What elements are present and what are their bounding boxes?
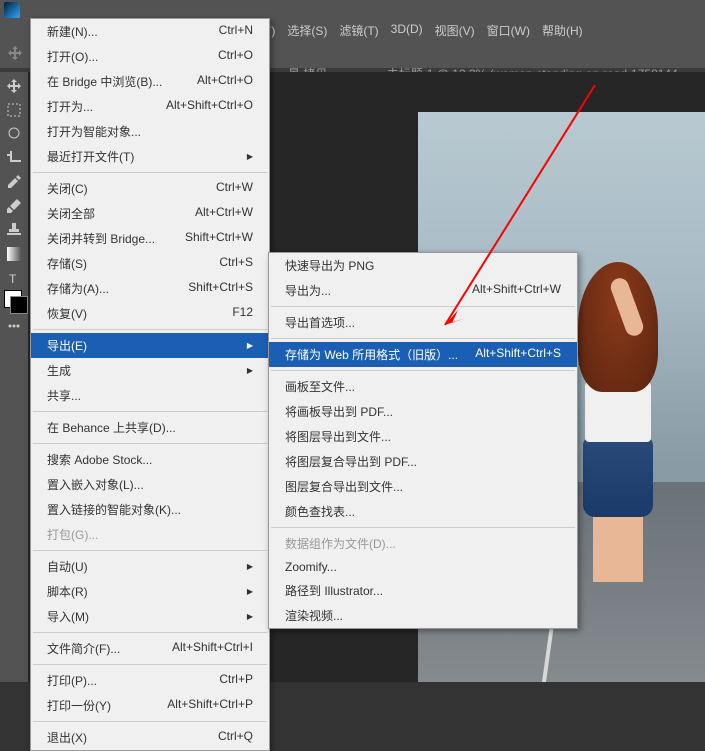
menu-item: 数据组作为文件(D)... bbox=[269, 531, 577, 556]
titlebar bbox=[0, 0, 705, 20]
menu-item[interactable]: 最近打开文件(T) bbox=[31, 144, 269, 169]
menu-item[interactable]: 窗口(W) bbox=[481, 20, 536, 38]
app-logo-icon bbox=[4, 2, 20, 18]
menu-item[interactable]: 将图层复合导出到 PDF... bbox=[269, 449, 577, 474]
menu-item[interactable]: 文件简介(F)...Alt+Shift+Ctrl+I bbox=[31, 636, 269, 661]
menu-item[interactable]: 关闭(C)Ctrl+W bbox=[31, 176, 269, 201]
move-tool[interactable] bbox=[4, 76, 24, 96]
menu-item[interactable]: 自动(U) bbox=[31, 554, 269, 579]
menu-item[interactable]: 打开(O)...Ctrl+O bbox=[31, 44, 269, 69]
menu-item[interactable]: 将画板导出到 PDF... bbox=[269, 399, 577, 424]
menu-item[interactable]: 存储(S)Ctrl+S bbox=[31, 251, 269, 276]
menu-item[interactable]: 打印(P)...Ctrl+P bbox=[31, 668, 269, 693]
brush-tool[interactable] bbox=[4, 196, 24, 216]
menu-item[interactable]: 图层复合导出到文件... bbox=[269, 474, 577, 499]
photo-person bbox=[563, 262, 673, 582]
menu-item[interactable]: 导入(M) bbox=[31, 604, 269, 629]
menu-item[interactable]: 滤镜(T) bbox=[333, 20, 384, 38]
menu-item[interactable]: 导出首选项... bbox=[269, 310, 577, 335]
menu-item[interactable]: 视图(V) bbox=[429, 20, 481, 38]
menu-item[interactable]: 导出(E) bbox=[31, 333, 269, 358]
menu-item[interactable]: 打印一份(Y)Alt+Shift+Ctrl+P bbox=[31, 693, 269, 718]
gradient-tool[interactable] bbox=[4, 244, 24, 264]
menu-item[interactable]: 共享... bbox=[31, 383, 269, 408]
crop-tool[interactable] bbox=[4, 148, 24, 168]
text-tool[interactable]: T bbox=[4, 268, 24, 288]
background-swatch[interactable] bbox=[10, 296, 28, 314]
menu-item[interactable]: 置入嵌入对象(L)... bbox=[31, 472, 269, 497]
menu-item[interactable]: 置入链接的智能对象(K)... bbox=[31, 497, 269, 522]
lasso-tool[interactable] bbox=[4, 124, 24, 144]
menu-item: 打包(G)... bbox=[31, 522, 269, 547]
menu-item[interactable]: 打开为...Alt+Shift+Ctrl+O bbox=[31, 94, 269, 119]
marquee-tool[interactable] bbox=[4, 100, 24, 120]
menu-item[interactable]: 打开为智能对象... bbox=[31, 119, 269, 144]
menu-item[interactable]: 关闭全部Alt+Ctrl+W bbox=[31, 201, 269, 226]
menu-item[interactable]: 搜索 Adobe Stock... bbox=[31, 447, 269, 472]
menu-item[interactable]: 将图层导出到文件... bbox=[269, 424, 577, 449]
svg-text:T: T bbox=[9, 272, 17, 285]
menu-item[interactable]: 3D(D) bbox=[385, 20, 429, 38]
menu-item[interactable]: 恢复(V)F12 bbox=[31, 301, 269, 326]
menu-item[interactable]: 路径到 Illustrator... bbox=[269, 578, 577, 603]
menu-item[interactable]: 快速导出为 PNG bbox=[269, 253, 577, 278]
menu-item[interactable]: 导出为...Alt+Shift+Ctrl+W bbox=[269, 278, 577, 303]
menu-item[interactable]: 帮助(H) bbox=[536, 20, 589, 38]
menu-item[interactable]: 画板至文件... bbox=[269, 374, 577, 399]
menu-item[interactable]: 生成 bbox=[31, 358, 269, 383]
menu-item[interactable]: Zoomify... bbox=[269, 556, 577, 578]
menu-item[interactable]: 存储为(A)...Shift+Ctrl+S bbox=[31, 276, 269, 301]
menu-item[interactable]: 渲染视频... bbox=[269, 603, 577, 628]
stamp-tool[interactable] bbox=[4, 220, 24, 240]
export-submenu: 快速导出为 PNG导出为...Alt+Shift+Ctrl+W 导出首选项... 存… bbox=[268, 252, 578, 629]
menu-item[interactable]: 存储为 Web 所用格式（旧版）...Alt+Shift+Ctrl+S bbox=[269, 342, 577, 367]
toolbar: T bbox=[0, 72, 28, 682]
move-icon bbox=[8, 46, 22, 60]
file-menu: 新建(N)...Ctrl+N打开(O)...Ctrl+O在 Bridge 中浏览… bbox=[30, 18, 270, 751]
menu-item[interactable]: 选择(S) bbox=[281, 20, 333, 38]
menu-item[interactable]: 脚本(R) bbox=[31, 579, 269, 604]
eyedropper-tool[interactable] bbox=[4, 172, 24, 192]
menu-item[interactable]: 关闭并转到 Bridge...Shift+Ctrl+W bbox=[31, 226, 269, 251]
menu-item[interactable]: 颜色查找表... bbox=[269, 499, 577, 524]
menu-item[interactable]: 退出(X)Ctrl+Q bbox=[31, 725, 269, 750]
menu-item[interactable]: 在 Bridge 中浏览(B)...Alt+Ctrl+O bbox=[31, 69, 269, 94]
menu-item[interactable]: 在 Behance 上共享(D)... bbox=[31, 415, 269, 440]
ellipsis-icon[interactable] bbox=[4, 316, 24, 336]
menu-item[interactable]: 新建(N)...Ctrl+N bbox=[31, 19, 269, 44]
